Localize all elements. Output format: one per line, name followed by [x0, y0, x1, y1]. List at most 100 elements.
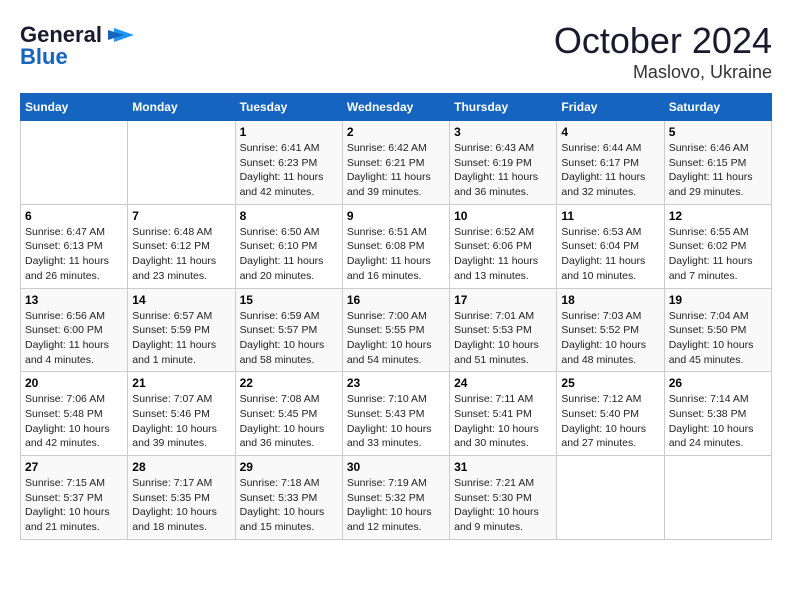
calendar-cell: 27Sunrise: 7:15 AM Sunset: 5:37 PM Dayli…: [21, 456, 128, 540]
day-number: 24: [454, 376, 552, 390]
day-detail: Sunrise: 7:15 AM Sunset: 5:37 PM Dayligh…: [25, 476, 123, 535]
calendar-cell: 16 Sunrise: 7:00 AM Sunset: 5:55 PM Dayli…: [342, 288, 449, 372]
header-saturday: Saturday: [664, 94, 771, 121]
day-number: 17: [454, 293, 552, 307]
header-tuesday: Tuesday: [235, 94, 342, 121]
calendar-cell: 12Sunrise: 6:55 AM Sunset: 6:02 PM Dayli…: [664, 204, 771, 288]
calendar-cell: 24 Sunrise: 7:11 AM Sunset: 5:41 PM Dayli…: [450, 372, 557, 456]
calendar-cell: 26 Sunrise: 7:14 AM Sunset: 5:38 PM Dayli…: [664, 372, 771, 456]
day-detail: Sunrise: 6:46 AM Sunset: 6:15 PM Dayligh…: [669, 141, 767, 200]
day-number: 14: [132, 293, 230, 307]
day-number: 7: [132, 209, 230, 223]
day-number: 11: [561, 209, 659, 223]
day-detail: Sunrise: 7:00 AM Sunset: 5:55 PM Dayligh…: [347, 309, 445, 368]
calendar-cell: 30Sunrise: 7:19 AM Sunset: 5:32 PM Dayli…: [342, 456, 449, 540]
calendar-cell: 4 Sunrise: 6:44 AM Sunset: 6:17 PM Daylig…: [557, 121, 664, 205]
header-wednesday: Wednesday: [342, 94, 449, 121]
header-row: SundayMondayTuesdayWednesdayThursdayFrid…: [21, 94, 772, 121]
logo-bird-icon: [106, 20, 136, 50]
calendar-cell: 17 Sunrise: 7:01 AM Sunset: 5:53 PM Dayli…: [450, 288, 557, 372]
day-number: 16: [347, 293, 445, 307]
day-number: 15: [240, 293, 338, 307]
day-detail: Sunrise: 6:43 AM Sunset: 6:19 PM Dayligh…: [454, 141, 552, 200]
calendar-cell: 31Sunrise: 7:21 AM Sunset: 5:30 PM Dayli…: [450, 456, 557, 540]
calendar-cell: 22Sunrise: 7:08 AM Sunset: 5:45 PM Dayli…: [235, 372, 342, 456]
calendar-body: 1Sunrise: 6:41 AM Sunset: 6:23 PM Daylig…: [21, 121, 772, 540]
day-detail: Sunrise: 7:03 AM Sunset: 5:52 PM Dayligh…: [561, 309, 659, 368]
day-number: 19: [669, 293, 767, 307]
day-number: 23: [347, 376, 445, 390]
day-detail: Sunrise: 7:18 AM Sunset: 5:33 PM Dayligh…: [240, 476, 338, 535]
calendar-cell: 29Sunrise: 7:18 AM Sunset: 5:33 PM Dayli…: [235, 456, 342, 540]
day-number: 9: [347, 209, 445, 223]
calendar-cell: 10 Sunrise: 6:52 AM Sunset: 6:06 PM Dayli…: [450, 204, 557, 288]
header-sunday: Sunday: [21, 94, 128, 121]
day-detail: Sunrise: 7:11 AM Sunset: 5:41 PM Dayligh…: [454, 392, 552, 451]
calendar-cell: 9Sunrise: 6:51 AM Sunset: 6:08 PM Daylig…: [342, 204, 449, 288]
day-number: 20: [25, 376, 123, 390]
calendar-cell: 6 Sunrise: 6:47 AM Sunset: 6:13 PM Daylig…: [21, 204, 128, 288]
calendar-cell: [21, 121, 128, 205]
week-row-4: 27Sunrise: 7:15 AM Sunset: 5:37 PM Dayli…: [21, 456, 772, 540]
day-detail: Sunrise: 7:14 AM Sunset: 5:38 PM Dayligh…: [669, 392, 767, 451]
page-header: General Blue October 2024 Maslovo, Ukrai…: [20, 20, 772, 83]
day-detail: Sunrise: 7:04 AM Sunset: 5:50 PM Dayligh…: [669, 309, 767, 368]
day-number: 4: [561, 125, 659, 139]
day-number: 26: [669, 376, 767, 390]
day-detail: Sunrise: 6:42 AM Sunset: 6:21 PM Dayligh…: [347, 141, 445, 200]
page-title: October 2024: [554, 20, 772, 62]
calendar-cell: 21 Sunrise: 7:07 AM Sunset: 5:46 PM Dayli…: [128, 372, 235, 456]
day-number: 8: [240, 209, 338, 223]
day-number: 18: [561, 293, 659, 307]
day-detail: Sunrise: 7:07 AM Sunset: 5:46 PM Dayligh…: [132, 392, 230, 451]
week-row-1: 6 Sunrise: 6:47 AM Sunset: 6:13 PM Daylig…: [21, 204, 772, 288]
calendar-cell: 7 Sunrise: 6:48 AM Sunset: 6:12 PM Daylig…: [128, 204, 235, 288]
header-friday: Friday: [557, 94, 664, 121]
calendar-cell: 28Sunrise: 7:17 AM Sunset: 5:35 PM Dayli…: [128, 456, 235, 540]
day-detail: Sunrise: 6:50 AM Sunset: 6:10 PM Dayligh…: [240, 225, 338, 284]
day-number: 2: [347, 125, 445, 139]
calendar-cell: 1Sunrise: 6:41 AM Sunset: 6:23 PM Daylig…: [235, 121, 342, 205]
calendar-cell: 3 Sunrise: 6:43 AM Sunset: 6:19 PM Daylig…: [450, 121, 557, 205]
calendar-cell: 19 Sunrise: 7:04 AM Sunset: 5:50 PM Dayli…: [664, 288, 771, 372]
calendar-header: SundayMondayTuesdayWednesdayThursdayFrid…: [21, 94, 772, 121]
header-thursday: Thursday: [450, 94, 557, 121]
day-number: 13: [25, 293, 123, 307]
day-number: 31: [454, 460, 552, 474]
day-detail: Sunrise: 6:59 AM Sunset: 5:57 PM Dayligh…: [240, 309, 338, 368]
day-number: 30: [347, 460, 445, 474]
calendar-cell: [128, 121, 235, 205]
title-area: October 2024 Maslovo, Ukraine: [554, 20, 772, 83]
calendar-cell: 11 Sunrise: 6:53 AM Sunset: 6:04 PM Dayli…: [557, 204, 664, 288]
calendar-cell: [557, 456, 664, 540]
day-number: 10: [454, 209, 552, 223]
day-number: 25: [561, 376, 659, 390]
day-number: 12: [669, 209, 767, 223]
calendar-cell: 2 Sunrise: 6:42 AM Sunset: 6:21 PM Daylig…: [342, 121, 449, 205]
day-detail: Sunrise: 7:12 AM Sunset: 5:40 PM Dayligh…: [561, 392, 659, 451]
calendar-cell: 8 Sunrise: 6:50 AM Sunset: 6:10 PM Daylig…: [235, 204, 342, 288]
day-detail: Sunrise: 6:53 AM Sunset: 6:04 PM Dayligh…: [561, 225, 659, 284]
day-detail: Sunrise: 7:10 AM Sunset: 5:43 PM Dayligh…: [347, 392, 445, 451]
day-detail: Sunrise: 6:41 AM Sunset: 6:23 PM Dayligh…: [240, 141, 338, 200]
calendar-cell: 5Sunrise: 6:46 AM Sunset: 6:15 PM Daylig…: [664, 121, 771, 205]
logo-blue-text: Blue: [20, 44, 68, 70]
day-number: 6: [25, 209, 123, 223]
day-detail: Sunrise: 6:44 AM Sunset: 6:17 PM Dayligh…: [561, 141, 659, 200]
week-row-0: 1Sunrise: 6:41 AM Sunset: 6:23 PM Daylig…: [21, 121, 772, 205]
day-detail: Sunrise: 7:08 AM Sunset: 5:45 PM Dayligh…: [240, 392, 338, 451]
day-number: 3: [454, 125, 552, 139]
calendar-cell: 13Sunrise: 6:56 AM Sunset: 6:00 PM Dayli…: [21, 288, 128, 372]
day-detail: Sunrise: 7:01 AM Sunset: 5:53 PM Dayligh…: [454, 309, 552, 368]
calendar-cell: [664, 456, 771, 540]
day-detail: Sunrise: 7:17 AM Sunset: 5:35 PM Dayligh…: [132, 476, 230, 535]
calendar-cell: 18 Sunrise: 7:03 AM Sunset: 5:52 PM Dayli…: [557, 288, 664, 372]
page-subtitle: Maslovo, Ukraine: [554, 62, 772, 83]
calendar-cell: 25 Sunrise: 7:12 AM Sunset: 5:40 PM Dayli…: [557, 372, 664, 456]
day-detail: Sunrise: 6:52 AM Sunset: 6:06 PM Dayligh…: [454, 225, 552, 284]
day-detail: Sunrise: 6:47 AM Sunset: 6:13 PM Dayligh…: [25, 225, 123, 284]
day-detail: Sunrise: 6:48 AM Sunset: 6:12 PM Dayligh…: [132, 225, 230, 284]
week-row-3: 20Sunrise: 7:06 AM Sunset: 5:48 PM Dayli…: [21, 372, 772, 456]
header-monday: Monday: [128, 94, 235, 121]
day-number: 21: [132, 376, 230, 390]
